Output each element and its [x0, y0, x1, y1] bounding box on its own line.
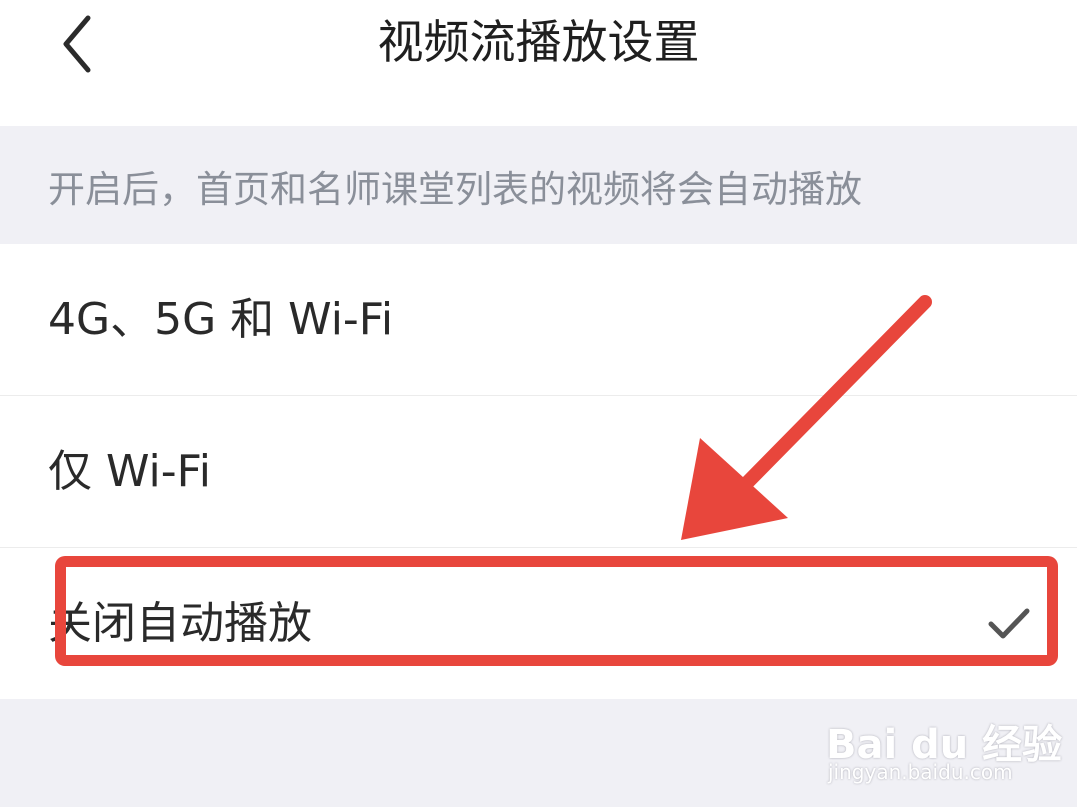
description-section: 开启后，首页和名师课堂列表的视频将会自动播放 [0, 126, 1077, 244]
page-title: 视频流播放设置 [377, 15, 700, 69]
option-4g-5g-wifi[interactable]: 4G、5G 和 Wi-Fi [0, 244, 1077, 396]
option-label: 4G、5G 和 Wi-Fi [48, 294, 394, 345]
watermark-url: jingyan.baidu.com [828, 760, 1013, 784]
navigation-bar: 视频流播放设置 [0, 0, 1077, 126]
annotation-highlight-box [55, 556, 1058, 666]
watermark: Bai du 经验 jingyan.baidu.com [826, 690, 1062, 790]
option-label: 仅 Wi-Fi [48, 446, 211, 497]
option-wifi-only[interactable]: 仅 Wi-Fi [0, 396, 1077, 548]
description-text: 开启后，首页和名师课堂列表的视频将会自动播放 [48, 168, 862, 211]
